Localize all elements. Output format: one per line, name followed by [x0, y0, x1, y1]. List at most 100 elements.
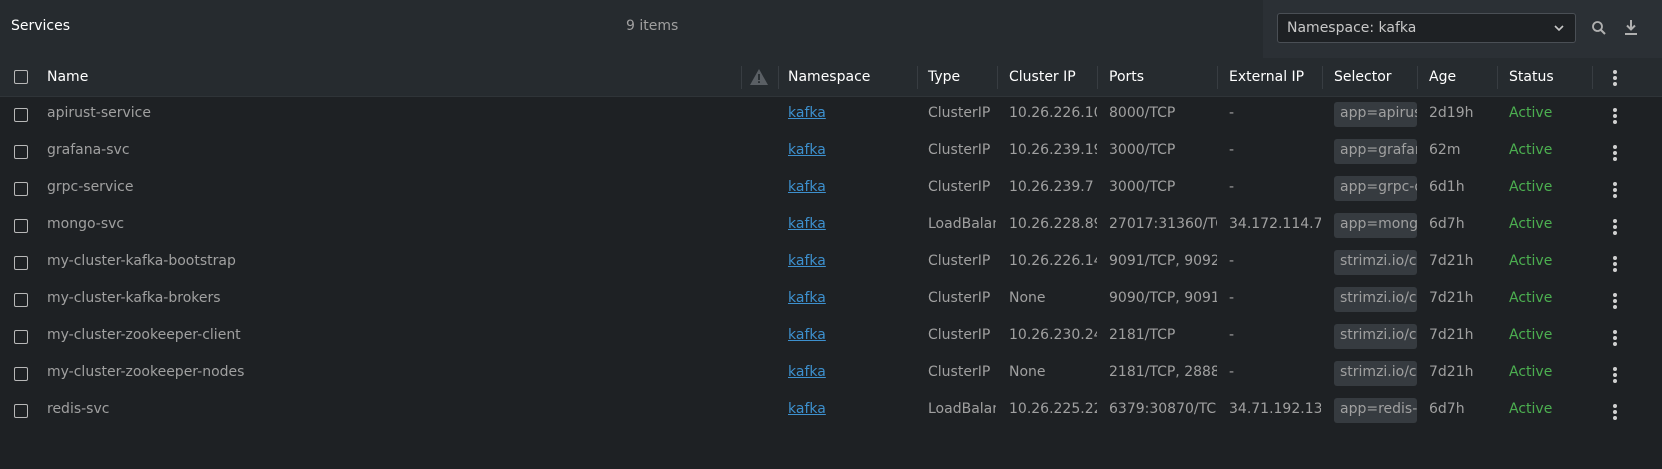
column-header-cluster-ip[interactable]: Cluster IP [1009, 69, 1076, 85]
column-header-name[interactable]: Name [47, 69, 88, 85]
age: 2d19h [1429, 105, 1474, 121]
service-type: ClusterIP [928, 142, 991, 158]
namespace-link[interactable]: kafka [788, 216, 908, 232]
page-title: Services [11, 18, 71, 34]
row-checkbox[interactable] [14, 404, 28, 418]
column-divider [741, 66, 742, 89]
column-header-type[interactable]: Type [928, 69, 960, 85]
column-header-status[interactable]: Status [1509, 69, 1554, 85]
namespace-select[interactable]: Namespace: kafka [1277, 13, 1576, 43]
external-ip: - [1229, 253, 1235, 269]
ports: 8000/TCP [1109, 105, 1176, 121]
namespace-select-value: Namespace: kafka [1287, 20, 1417, 36]
row-menu-icon[interactable] [1613, 256, 1617, 274]
service-name[interactable]: my-cluster-kafka-brokers [47, 290, 727, 306]
service-name[interactable]: my-cluster-zookeeper-nodes [47, 364, 727, 380]
table-row[interactable]: grafana-svc kafka ClusterIP 10.26.239.198 30… [0, 133, 1662, 170]
age: 6d7h [1429, 401, 1465, 417]
namespace-link[interactable]: kafka [788, 364, 908, 380]
row-checkbox[interactable] [14, 256, 28, 270]
selector-badge: strimzi.io/cl [1334, 287, 1417, 312]
chevron-down-icon [1553, 22, 1565, 38]
selector-badge: app=redis-d [1334, 398, 1417, 423]
row-checkbox[interactable] [14, 219, 28, 233]
column-header-selector[interactable]: Selector [1334, 69, 1392, 85]
service-name[interactable]: grpc-service [47, 179, 727, 195]
row-checkbox[interactable] [14, 182, 28, 196]
row-menu-icon[interactable] [1613, 145, 1617, 163]
cluster-ip: None [1009, 364, 1046, 380]
age: 7d21h [1429, 327, 1474, 343]
row-checkbox[interactable] [14, 145, 28, 159]
column-divider [1592, 66, 1593, 89]
row-checkbox[interactable] [14, 330, 28, 344]
table-row[interactable]: my-cluster-kafka-brokers kafka ClusterIP No… [0, 281, 1662, 318]
status-badge: Active [1509, 327, 1553, 343]
service-type: ClusterIP [928, 105, 991, 121]
row-checkbox[interactable] [14, 367, 28, 381]
table-row[interactable]: apirust-service kafka ClusterIP 10.26.226.1… [0, 96, 1662, 133]
table-row[interactable]: mongo-svc kafka LoadBalan 10.26.228.89 27017… [0, 207, 1662, 244]
column-divider [1322, 66, 1323, 89]
column-divider [1097, 66, 1098, 89]
search-icon[interactable] [1591, 20, 1607, 40]
row-menu-icon[interactable] [1613, 108, 1617, 126]
external-ip: - [1229, 290, 1235, 306]
ports: 3000/TCP [1109, 179, 1176, 195]
column-divider [1417, 66, 1418, 89]
namespace-link[interactable]: kafka [788, 253, 908, 269]
column-menu-icon[interactable] [1613, 70, 1617, 88]
service-name[interactable]: mongo-svc [47, 216, 727, 232]
age: 6d7h [1429, 216, 1465, 232]
download-icon[interactable] [1623, 19, 1639, 40]
service-type: ClusterIP [928, 290, 991, 306]
table-row[interactable]: grpc-service kafka ClusterIP 10.26.239.7 300… [0, 170, 1662, 207]
service-name[interactable]: grafana-svc [47, 142, 727, 158]
row-menu-icon[interactable] [1613, 219, 1617, 237]
warning-icon[interactable] [749, 68, 769, 90]
column-header-external-ip[interactable]: External IP [1229, 69, 1304, 85]
status-badge: Active [1509, 105, 1553, 121]
column-divider [917, 66, 918, 89]
selector-badge: app=mongo [1334, 213, 1417, 238]
column-header-age[interactable]: Age [1429, 69, 1456, 85]
service-name[interactable]: redis-svc [47, 401, 727, 417]
table-row[interactable]: my-cluster-zookeeper-client kafka ClusterI… [0, 318, 1662, 355]
table-row[interactable]: my-cluster-kafka-bootstrap kafka ClusterIP… [0, 244, 1662, 281]
namespace-link[interactable]: kafka [788, 142, 908, 158]
service-name[interactable]: my-cluster-zookeeper-client [47, 327, 727, 343]
column-header-namespace[interactable]: Namespace [788, 69, 870, 85]
cluster-ip: 10.26.239.198 [1009, 142, 1097, 158]
row-menu-icon[interactable] [1613, 404, 1617, 422]
column-header-ports[interactable]: Ports [1109, 69, 1144, 85]
selector-badge: strimzi.io/cl [1334, 250, 1417, 275]
cluster-ip: 10.26.226.146 [1009, 253, 1097, 269]
table-row[interactable]: my-cluster-zookeeper-nodes kafka ClusterIP… [0, 355, 1662, 392]
namespace-link[interactable]: kafka [788, 179, 908, 195]
row-menu-icon[interactable] [1613, 293, 1617, 311]
row-menu-icon[interactable] [1613, 367, 1617, 385]
cluster-ip: 10.26.230.24 [1009, 327, 1097, 343]
table-row[interactable]: redis-svc kafka LoadBalan 10.26.225.224 6379… [0, 392, 1662, 429]
status-badge: Active [1509, 364, 1553, 380]
namespace-link[interactable]: kafka [788, 327, 908, 343]
namespace-link[interactable]: kafka [788, 105, 908, 121]
status-badge: Active [1509, 216, 1553, 232]
row-checkbox[interactable] [14, 108, 28, 122]
age: 6d1h [1429, 179, 1465, 195]
cluster-ip: 10.26.226.101 [1009, 105, 1097, 121]
status-badge: Active [1509, 179, 1553, 195]
column-divider [997, 66, 998, 89]
external-ip: - [1229, 327, 1235, 343]
namespace-link[interactable]: kafka [788, 290, 908, 306]
row-menu-icon[interactable] [1613, 182, 1617, 200]
service-name[interactable]: apirust-service [47, 105, 727, 121]
namespace-link[interactable]: kafka [788, 401, 908, 417]
row-checkbox[interactable] [14, 293, 28, 307]
external-ip: - [1229, 179, 1235, 195]
column-divider [1497, 66, 1498, 89]
selector-badge: app=apirust [1334, 102, 1417, 127]
select-all-checkbox[interactable] [14, 70, 28, 84]
service-name[interactable]: my-cluster-kafka-bootstrap [47, 253, 727, 269]
row-menu-icon[interactable] [1613, 330, 1617, 348]
